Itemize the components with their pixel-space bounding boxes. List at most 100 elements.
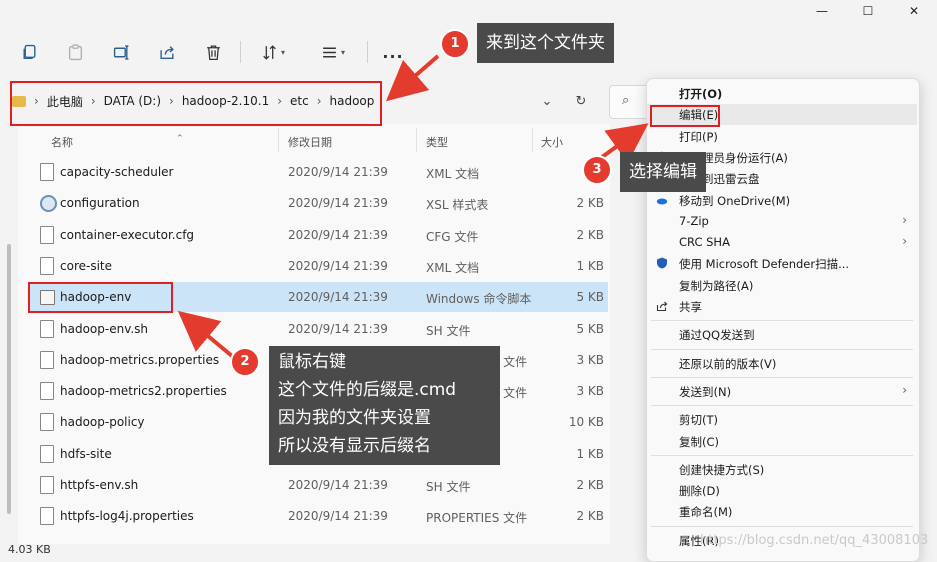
menu-item[interactable]: 重命名(M) (647, 501, 917, 522)
file-name: container-executor.cfg (60, 227, 195, 242)
onedrive-icon (656, 198, 668, 204)
delete-button[interactable] (198, 37, 228, 67)
rename-button[interactable] (106, 37, 136, 67)
menu-item-label: 删除(D) (679, 484, 720, 499)
sort-button[interactable]: ▾ (251, 37, 295, 67)
note-step-1: 来到这个文件夹 (477, 23, 614, 63)
file-date: 2020/9/14 21:39 (288, 509, 388, 524)
file-row[interactable]: core-site 2020/9/14 21:39 XML 文档 1 KB (30, 251, 608, 281)
maximize-button[interactable]: ☐ (845, 0, 891, 22)
file-date: 2020/9/14 21:39 (288, 196, 388, 211)
paste-icon (68, 43, 82, 60)
file-date: 2020/9/14 21:39 (288, 478, 388, 492)
column-type[interactable]: 类型 (426, 134, 448, 150)
menu-item[interactable]: 共享 (647, 296, 917, 317)
watermark: https://blog.csdn.net/qq_43008103 (700, 533, 929, 548)
file-row[interactable]: capacity-scheduler2020/9/14 21:39XML 文档9 (30, 157, 608, 187)
menu-item[interactable]: 发送到(N) › (647, 381, 917, 402)
column-divider[interactable] (416, 128, 417, 152)
menu-item[interactable]: 使用 Microsoft Defender扫描... (647, 253, 917, 274)
stylesheet-file-icon (40, 195, 57, 213)
view-button[interactable]: ▾ (311, 37, 355, 67)
step-badge-1: 1 (440, 29, 470, 59)
more-icon: ... (382, 42, 404, 62)
file-name: hadoop-metrics2.properties (60, 384, 227, 399)
share-icon (159, 45, 174, 59)
file-date: 2020/9/14 21:39 (288, 290, 388, 305)
file-type: PROPERTIES 文件 (426, 511, 528, 526)
file-row[interactable]: container-executor.cfg 2020/9/14 21:39 CFG… (30, 220, 608, 250)
menu-item[interactable]: 打开(O) (647, 83, 917, 104)
menu-separator (651, 405, 913, 407)
search-input[interactable]: ⌕ (609, 85, 650, 119)
file-name: httpfs-log4j.properties (60, 509, 194, 524)
context-menu: 打开(O) 编辑(E) 打印(P) 以管理员身份运行(A) 上传到迅雷云盘 移动到 One… (646, 78, 920, 562)
menu-separator (651, 454, 913, 456)
menu-item[interactable]: 剪切(T) (647, 409, 917, 430)
column-header: ⌃ 名称 修改日期 类型 大小 (18, 126, 610, 154)
menu-item[interactable]: 复制(C) (647, 431, 917, 452)
file-row[interactable]: configuration 2020/9/14 21:39 XSL 样式表 2 KB (30, 188, 608, 218)
file-size: 2 KB (576, 196, 604, 211)
file-row[interactable]: httpfs-log4j.properties 2020/9/14 21:39 PR… (30, 501, 608, 531)
file-date: 2020/9/14 21:39 (288, 165, 388, 179)
file-icon (40, 507, 54, 526)
share-button[interactable] (152, 37, 182, 67)
file-size: 1 KB (576, 258, 604, 273)
column-divider[interactable] (532, 128, 533, 152)
file-name: hadoop-env.sh (60, 321, 149, 336)
chevron-right-icon: › (902, 212, 907, 227)
file-row[interactable]: httpfs-env.sh 2020/9/14 21:39 SH 文件 2 KB (30, 470, 608, 500)
share-icon (656, 301, 668, 312)
file-type: SH 文件 (426, 480, 471, 494)
delete-icon (206, 44, 220, 60)
rename-icon (113, 44, 128, 60)
menu-separator (651, 376, 913, 378)
menu-item[interactable]: 通过QQ发送到 (647, 324, 917, 345)
menu-item[interactable]: 7-Zip › (647, 211, 917, 232)
history-dropdown-button[interactable]: ⌄ (530, 94, 564, 109)
paste-button[interactable] (60, 37, 90, 67)
copy-button[interactable] (14, 37, 44, 67)
file-icon (40, 350, 54, 369)
nav-scrollbar[interactable] (7, 244, 11, 514)
file-date: 2020/9/14 21:39 (288, 227, 388, 242)
file-row[interactable]: hadoop-env.sh 2020/9/14 21:39 SH 文件 5 KB (30, 314, 608, 344)
address-highlight-box (10, 81, 382, 126)
toolbar-divider (367, 41, 368, 63)
menu-item[interactable]: 移动到 OneDrive(M) (647, 190, 917, 211)
menu-item[interactable]: 删除(D) (647, 480, 917, 501)
minimize-button[interactable]: — (799, 0, 845, 22)
chevron-right-icon: › (902, 382, 907, 397)
menu-item-label: 发送到(N) (679, 384, 732, 399)
menu-item[interactable]: CRC SHA › (647, 232, 917, 253)
file-size: 3 KB (576, 352, 604, 367)
menu-item[interactable]: 打印(P) (647, 126, 917, 147)
more-button[interactable]: ... (378, 37, 408, 67)
file-icon (40, 413, 54, 432)
menu-item-label: 复制(C) (679, 434, 720, 449)
menu-item[interactable]: 还原以前的版本(V) (647, 353, 917, 374)
note-step-2: 鼠标右键 这个文件的后缀是.cmd 因为我的文件夹设置 所以没有显示后缀名 (269, 346, 500, 465)
refresh-button[interactable]: ↻ (564, 94, 598, 109)
file-name: core-site (60, 258, 112, 273)
file-type: CFG 文件 (426, 229, 479, 244)
menu-item-label: 还原以前的版本(V) (679, 356, 777, 371)
menu-item[interactable]: 创建快捷方式(S) (647, 459, 917, 480)
edit-highlight-box (650, 105, 720, 127)
step-badge-2: 2 (230, 347, 260, 377)
menu-item-label: 打印(P) (679, 129, 718, 144)
file-type: SH 文件 (426, 323, 471, 338)
menu-item-label: 7-Zip (679, 213, 709, 228)
menu-separator (651, 348, 913, 350)
file-icon (40, 163, 54, 181)
file-icon (40, 319, 54, 338)
close-button[interactable]: ✕ (891, 0, 937, 22)
menu-item[interactable]: 复制为路径(A) (647, 275, 917, 296)
column-size[interactable]: 大小 (541, 134, 563, 150)
file-icon (40, 256, 54, 275)
column-date[interactable]: 修改日期 (288, 134, 332, 150)
column-name[interactable]: 名称 (51, 134, 73, 150)
file-icon (40, 382, 54, 401)
column-divider[interactable] (278, 128, 279, 152)
